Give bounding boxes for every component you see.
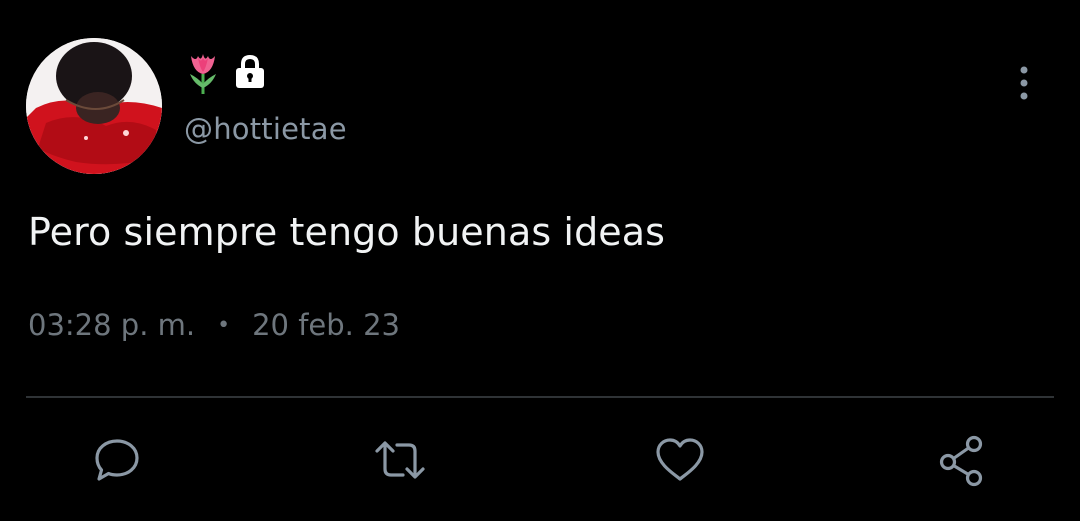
meta-separator: • (217, 312, 231, 338)
share-button[interactable] (934, 432, 990, 488)
divider (26, 396, 1054, 398)
heart-icon (656, 438, 704, 481)
display-name[interactable] (186, 50, 268, 94)
retweet-button[interactable] (372, 432, 428, 488)
reply-button[interactable] (89, 432, 145, 488)
tweet-detail: @hottietae Pero siempre tengo buenas ide… (0, 0, 1080, 521)
tweet-time[interactable]: 03:28 p. m. (28, 308, 195, 342)
user-handle[interactable]: @hottietae (184, 112, 347, 146)
retweet-icon (375, 441, 425, 479)
tweet-text: Pero siempre tengo buenas ideas (28, 210, 666, 254)
more-vertical-icon (1020, 66, 1028, 100)
avatar-image (26, 38, 162, 174)
tweet-meta: 03:28 p. m. • 20 feb. 23 (28, 308, 400, 342)
like-button[interactable] (652, 432, 708, 488)
tulip-icon (190, 54, 216, 94)
lock-icon (236, 54, 264, 88)
tweet-date[interactable]: 20 feb. 23 (252, 308, 400, 342)
comment-icon (95, 439, 139, 481)
more-options-button[interactable] (1008, 64, 1040, 104)
share-icon (939, 435, 983, 487)
avatar[interactable] (26, 38, 162, 174)
